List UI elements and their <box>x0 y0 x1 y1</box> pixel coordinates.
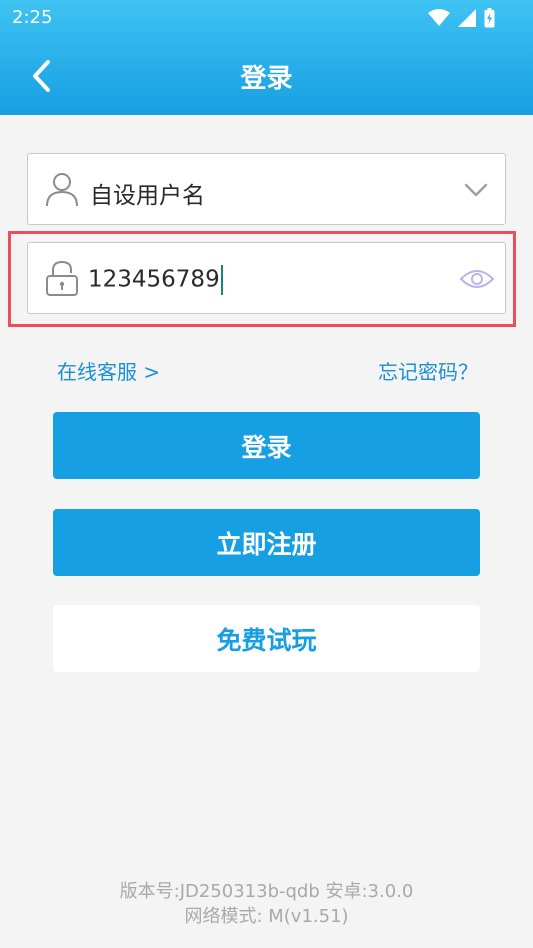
wifi-icon <box>428 9 450 27</box>
battery-icon <box>484 8 495 28</box>
username-value: 自设用户名 <box>90 183 205 209</box>
register-button[interactable]: 立即注册 <box>53 509 480 576</box>
free-trial-button[interactable]: 免费试玩 <box>53 605 480 672</box>
status-bar: 2:25 <box>0 0 533 36</box>
user-icon <box>46 173 78 207</box>
version-info: 版本号:JD250313b-qdb 安卓:3.0.0 <box>119 881 414 902</box>
status-icons <box>420 7 495 29</box>
status-time: 2:25 <box>12 7 53 28</box>
forgot-password-link[interactable]: 忘记密码？ <box>378 356 478 385</box>
app-header: 2:25 登录 <box>0 0 533 115</box>
signal-icon <box>458 9 476 27</box>
online-service-link[interactable]: 在线客服 > <box>57 356 160 385</box>
login-button[interactable]: 登录 <box>53 412 480 479</box>
page-title: 登录 <box>240 64 293 94</box>
username-field[interactable]: 自设用户名 <box>27 153 506 225</box>
network-mode-info: 网络模式: M(v1.51) <box>184 906 349 927</box>
chevron-down-icon[interactable] <box>461 176 491 204</box>
highlight-box <box>8 231 516 327</box>
